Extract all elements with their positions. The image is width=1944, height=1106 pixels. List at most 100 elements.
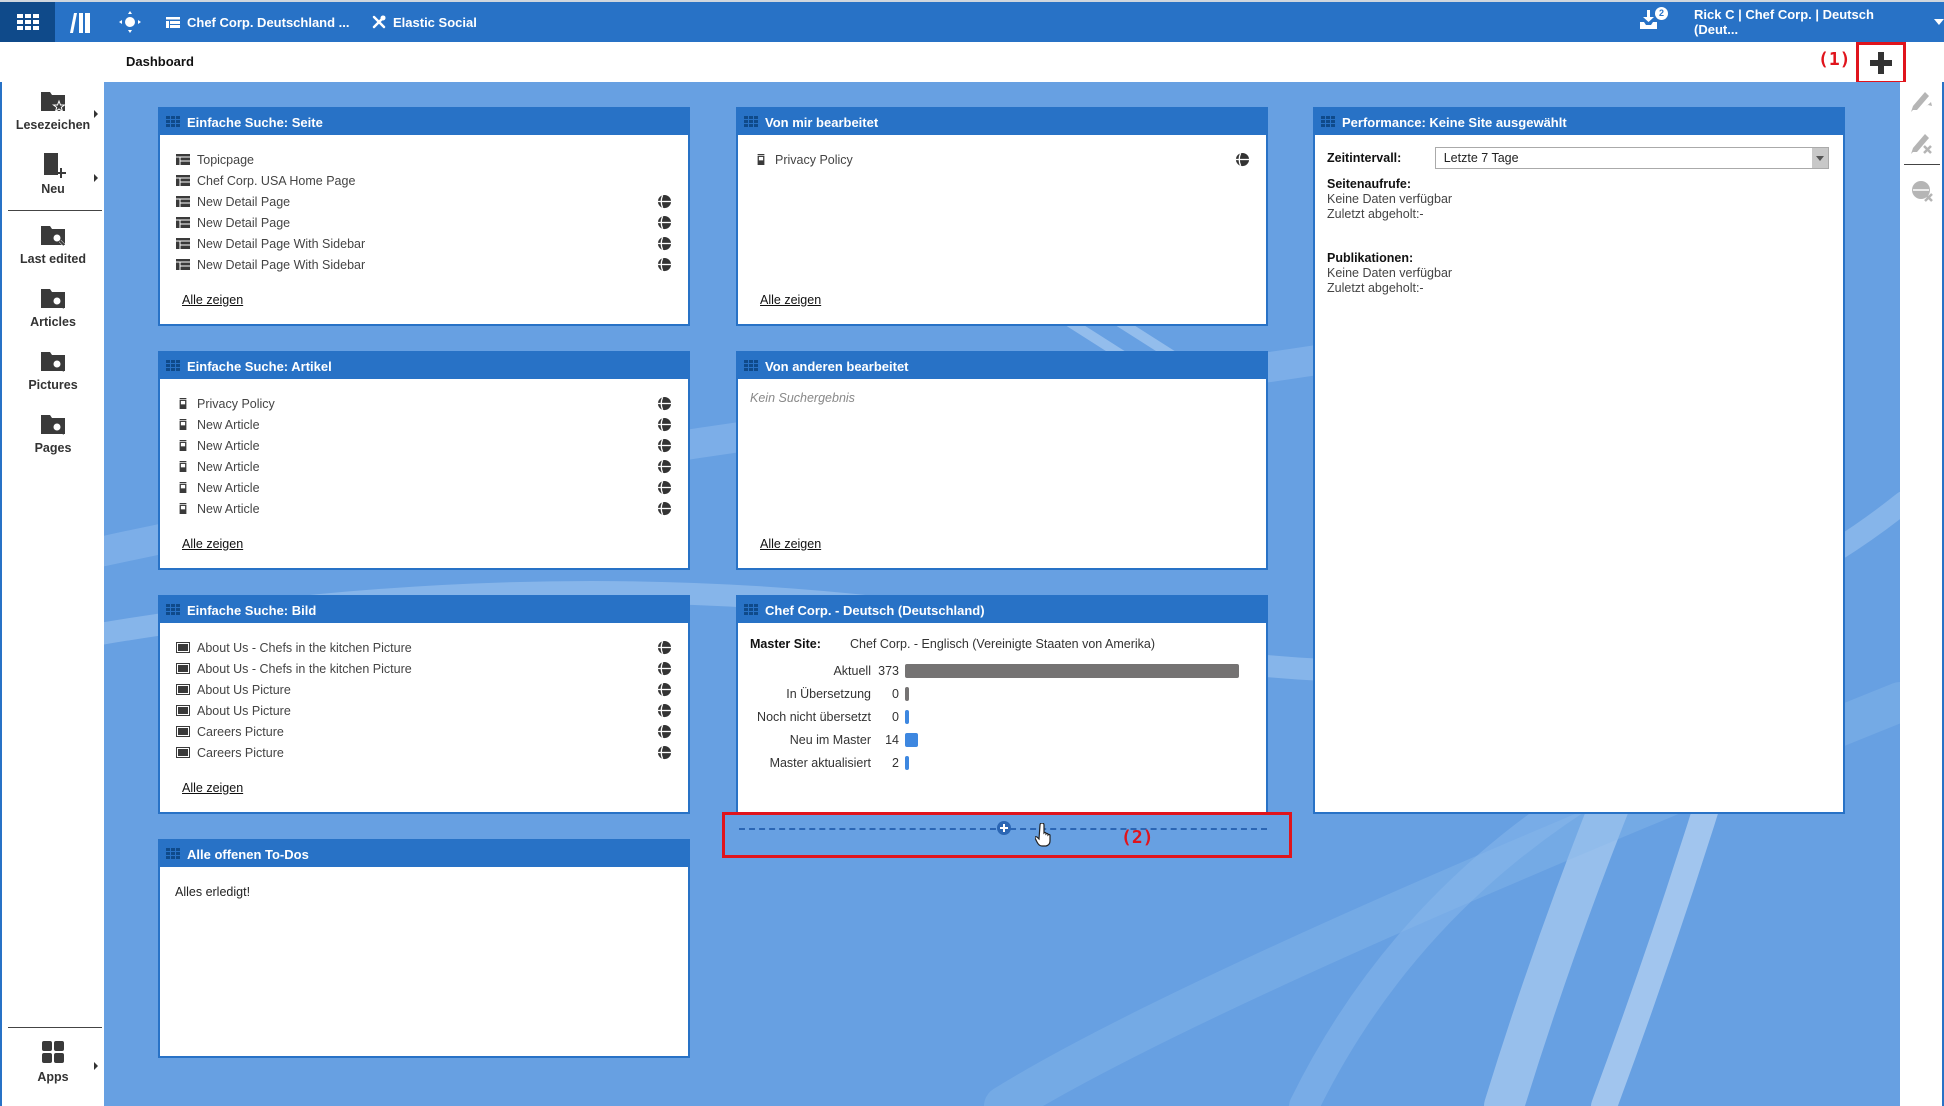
list-item-label: About Us Picture xyxy=(197,703,291,718)
status-label: Master aktualisiert xyxy=(769,755,871,770)
widget-header[interactable]: Performance: Keine Site ausgewählt xyxy=(1315,109,1843,135)
sidebar-item-apps[interactable]: Apps xyxy=(2,1040,104,1084)
sidebar-item-articles[interactable]: Articles xyxy=(2,285,104,329)
status-bar[interactable] xyxy=(905,709,909,724)
widget-drop-zone[interactable]: (2) xyxy=(722,812,1292,858)
article-icon xyxy=(757,154,765,165)
withdraw-icon[interactable] xyxy=(1909,88,1935,114)
widget-header[interactable]: Alle offenen To-Dos xyxy=(160,841,688,867)
published-globe-icon xyxy=(657,215,672,230)
sidebar-item-pictures[interactable]: Pictures xyxy=(2,348,104,392)
user-menu-label: Rick C | Chef Corp. | Deutsch (Deut... xyxy=(1694,7,1874,37)
interval-select[interactable]: Letzte 7 Tage xyxy=(1434,147,1829,169)
show-all-link[interactable]: Alle zeigen xyxy=(182,781,243,795)
sidebar-item-new[interactable]: Neu xyxy=(2,152,104,196)
delete-edit-icon[interactable] xyxy=(1909,130,1935,156)
published-globe-icon xyxy=(657,661,672,676)
list-item[interactable]: Careers Picture xyxy=(176,721,674,742)
page-views-label: Seitenaufrufe: xyxy=(1327,177,1412,191)
annotation-1: (1) xyxy=(1818,49,1851,70)
status-bar[interactable] xyxy=(905,732,918,747)
widget-simple-search-articles: Einfache Suche: Artikel Privacy Policy Ne… xyxy=(158,351,690,570)
widget-simple-search-pages: Einfache Suche: Seite Topicpage Chef Corp… xyxy=(158,107,690,326)
sidebar-item-pages[interactable]: Pages xyxy=(2,411,104,455)
new-document-icon xyxy=(44,153,66,178)
notifications-button[interactable]: 2 xyxy=(1640,6,1670,36)
widget-header[interactable]: Chef Corp. - Deutsch (Deutschland) xyxy=(738,597,1266,623)
sidebar-item-bookmarks[interactable]: Lesezeichen xyxy=(2,88,104,132)
list-item[interactable]: About Us Picture xyxy=(176,700,674,721)
list-item[interactable]: About Us - Chefs in the kitchen Picture xyxy=(176,658,674,679)
sidebar-item-last-edited[interactable]: Last edited xyxy=(2,222,104,266)
widget-header[interactable]: Einfache Suche: Seite xyxy=(160,109,688,135)
status-bar[interactable] xyxy=(905,755,909,770)
list-item[interactable]: New Article xyxy=(176,498,674,519)
list-item[interactable]: Privacy Policy xyxy=(754,149,1252,170)
widget-title: Einfache Suche: Artikel xyxy=(187,358,332,374)
annotation-2: (2) xyxy=(1121,827,1154,848)
page-icon xyxy=(176,154,190,165)
show-all-link[interactable]: Alle zeigen xyxy=(182,537,243,551)
library-button[interactable] xyxy=(68,2,92,42)
list-item[interactable]: Careers Picture xyxy=(176,742,674,763)
list-item[interactable]: New Article xyxy=(176,477,674,498)
widget-performance: Performance: Keine Site ausgewählt Zeiti… xyxy=(1313,107,1845,814)
site-selector[interactable]: Chef Corp. Deutschland ... xyxy=(166,2,350,42)
show-all-link[interactable]: Alle zeigen xyxy=(182,293,243,307)
widget-header[interactable]: Einfache Suche: Artikel xyxy=(160,353,688,379)
add-widget-button[interactable] xyxy=(1856,42,1906,84)
published-globe-icon xyxy=(657,640,672,655)
list-item[interactable]: New Article xyxy=(176,456,674,477)
list-item[interactable]: Topicpage xyxy=(176,149,674,170)
top-bar: Chef Corp. Deutschland ... Elastic Socia… xyxy=(0,0,1944,42)
unpublish-globe-icon[interactable] xyxy=(1909,178,1935,204)
user-menu[interactable]: Rick C | Chef Corp. | Deutsch (Deut... xyxy=(1694,2,1944,42)
elastic-social-button[interactable]: Elastic Social xyxy=(372,2,477,42)
list-item[interactable]: New Article xyxy=(176,414,674,435)
status-bar[interactable] xyxy=(905,663,1239,678)
drag-grip-icon[interactable] xyxy=(744,116,758,128)
dropdown-arrow-icon[interactable] xyxy=(1812,148,1828,168)
drag-grip-icon[interactable] xyxy=(166,848,180,860)
picture-icon xyxy=(176,663,190,674)
list-item[interactable]: New Detail Page With Sidebar xyxy=(176,254,674,275)
compass-icon xyxy=(119,11,141,33)
list-item[interactable]: New Article xyxy=(176,435,674,456)
widget-header[interactable]: Von anderen bearbeitet xyxy=(738,353,1266,379)
drag-grip-icon[interactable] xyxy=(166,116,180,128)
widget-header[interactable]: Von mir bearbeitet xyxy=(738,109,1266,135)
library-icon xyxy=(70,13,90,33)
add-here-icon[interactable] xyxy=(997,821,1011,835)
list-item[interactable]: New Detail Page xyxy=(176,191,674,212)
widget-title: Alle offenen To-Dos xyxy=(187,846,309,862)
show-all-link[interactable]: Alle zeigen xyxy=(760,293,821,307)
preferences-button[interactable] xyxy=(118,2,142,42)
list-item-label: About Us - Chefs in the kitchen Picture xyxy=(197,661,412,676)
list-item[interactable]: New Detail Page With Sidebar xyxy=(176,233,674,254)
widget-title: Von mir bearbeitet xyxy=(765,114,879,130)
translation-status-row: Aktuell 373 xyxy=(750,659,1252,682)
drag-grip-icon[interactable] xyxy=(166,604,180,616)
sidebar-item-label: Pages xyxy=(34,441,72,455)
result-list: Privacy Policy New Article New Article New … xyxy=(160,379,688,519)
publications-section: Publikationen: Keine Daten verfügbar Zul… xyxy=(1327,251,1829,296)
list-item-label: New Detail Page With Sidebar xyxy=(197,236,366,251)
publications-fetched: Zuletzt abgeholt:- xyxy=(1327,281,1424,295)
drag-grip-icon[interactable] xyxy=(744,604,758,616)
apps-menu-button[interactable] xyxy=(0,2,55,42)
article-icon xyxy=(179,503,187,514)
show-all-link[interactable]: Alle zeigen xyxy=(760,537,821,551)
widget-header[interactable]: Einfache Suche: Bild xyxy=(160,597,688,623)
drag-grip-icon[interactable] xyxy=(166,360,180,372)
list-item[interactable]: New Detail Page xyxy=(176,212,674,233)
sidebar-item-label: Neu xyxy=(41,182,65,196)
list-item[interactable]: Privacy Policy xyxy=(176,393,674,414)
list-item[interactable]: About Us - Chefs in the kitchen Picture xyxy=(176,637,674,658)
submenu-arrow-icon xyxy=(94,110,98,118)
site-icon xyxy=(166,16,180,28)
status-bar[interactable] xyxy=(905,686,909,701)
list-item[interactable]: About Us Picture xyxy=(176,679,674,700)
list-item[interactable]: Chef Corp. USA Home Page xyxy=(176,170,674,191)
drag-grip-icon[interactable] xyxy=(744,360,758,372)
drag-grip-icon[interactable] xyxy=(1321,116,1335,128)
